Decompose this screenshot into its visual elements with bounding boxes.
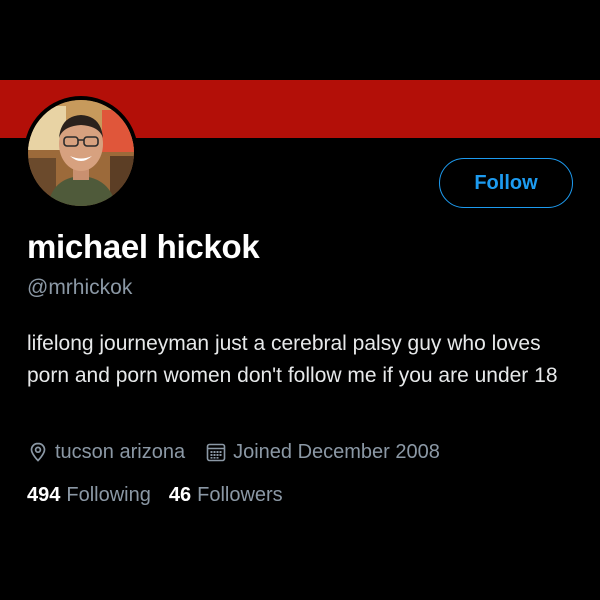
follow-stats: 494 Following 46 Followers [27,484,301,507]
location-text: tucson arizona [55,440,186,463]
following-count: 494 [27,484,61,506]
followers-link[interactable]: 46 Followers [169,484,283,507]
profile-screen: Follow michael hickok @mrhickok lifelong… [0,0,600,600]
profile-meta: tucson arizona Joined December 2008 [27,438,460,466]
user-handle: @mrhickok [27,276,133,299]
follow-button[interactable]: Follow [439,158,573,208]
joined-text: Joined December 2008 [233,440,440,463]
avatar[interactable] [28,100,134,206]
profile-bio: lifelong journeyman just a cerebral pals… [27,332,558,387]
followers-count: 46 [168,484,192,506]
followers-label: Followers [197,484,283,506]
avatar-frame [24,96,138,210]
display-name: michael hickok [27,228,260,265]
location-pin-icon [27,441,49,463]
calendar-icon [205,441,227,463]
location-item: tucson arizona [27,441,185,464]
joined-item: Joined December 2008 [205,441,440,464]
following-link[interactable]: 494 Following [27,484,151,507]
following-label: Following [66,484,151,506]
